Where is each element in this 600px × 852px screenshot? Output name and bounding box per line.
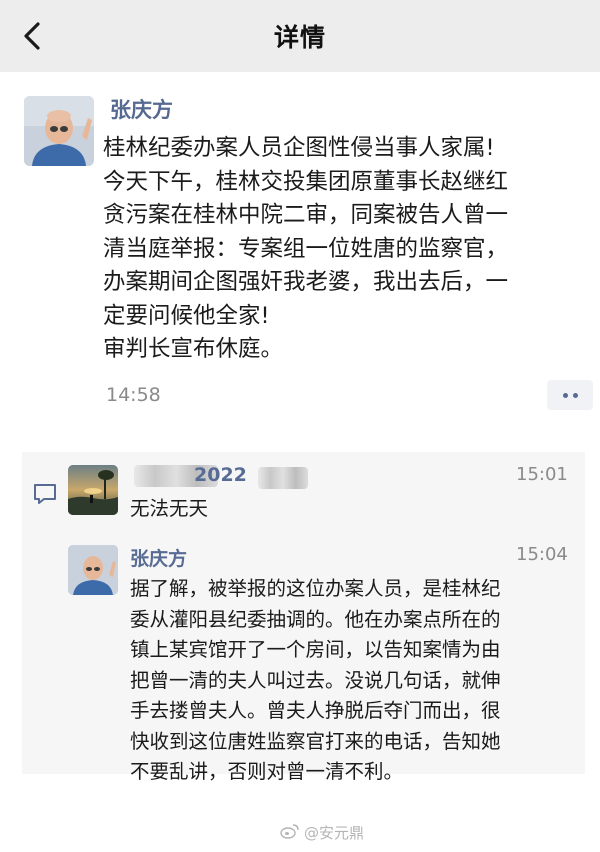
more-dots-icon [562, 392, 568, 398]
author-avatar[interactable] [24, 96, 94, 166]
blurred-region [258, 467, 308, 489]
moment-post: 张庆方 桂林纪委办案人员企图性侵当事人家属! 今天下午，桂林交投集团原董事长赵继… [0, 72, 600, 448]
comment-text: 据了解，被举报的这位办案人员，是桂林纪 委从灌阳县纪委抽调的。他在办案点所在的 … [130, 577, 501, 783]
weibo-icon [280, 823, 300, 843]
post-time: 14:58 [106, 384, 161, 406]
comments-section: 2022 15:01 无法无天 张庆方 15:04 据了解，被举报的这位办案人员… [22, 452, 585, 783]
comment-time: 15:04 [516, 544, 568, 565]
commenter-avatar[interactable] [68, 545, 118, 595]
back-chevron-icon[interactable] [16, 18, 52, 54]
commenter-name[interactable]: 张庆方 [130, 544, 187, 571]
commenter-avatar[interactable] [68, 465, 118, 515]
author-name[interactable]: 张庆方 [110, 94, 173, 124]
commenter-name[interactable]: 2022 [194, 464, 247, 486]
more-actions-button[interactable] [547, 380, 593, 410]
watermark: @安元鼎 [280, 822, 364, 843]
top-bar: 详情 [0, 0, 600, 72]
comment-time: 15:01 [516, 464, 568, 485]
comment-bubble-icon [32, 482, 58, 506]
watermark-text: @安元鼎 [304, 824, 365, 842]
post-text: 桂林纪委办案人员企图性侵当事人家属! 今天下午，桂林交投集团原董事长赵继红 贪污… [103, 135, 509, 362]
comment-text: 无法无天 [130, 497, 209, 520]
page-title: 详情 [273, 23, 326, 52]
